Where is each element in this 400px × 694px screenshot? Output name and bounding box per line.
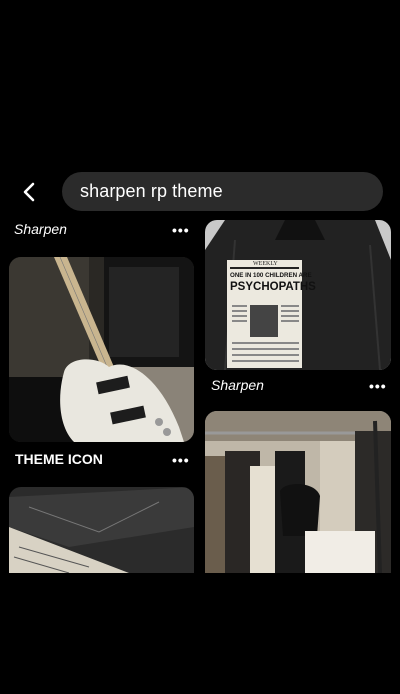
pin-title: Sharpen xyxy=(14,221,67,237)
search-input[interactable]: sharpen rp theme xyxy=(62,172,383,211)
chevron-left-icon xyxy=(23,182,35,202)
jacket-headline-big: PSYCHOPATHS xyxy=(230,281,316,293)
pin-image-guitar[interactable] xyxy=(9,257,194,442)
more-options-button[interactable]: ••• xyxy=(369,378,387,394)
clothes-rack-photo xyxy=(205,411,391,573)
more-options-button[interactable]: ••• xyxy=(172,452,190,468)
pin-image-jacket[interactable]: WEEKLY ONE IN 100 CHILDREN ARE PSYCHOPAT… xyxy=(205,220,391,370)
pin-title: Sharpen xyxy=(211,377,264,393)
guitar-photo xyxy=(9,257,194,442)
pin-image-marble[interactable] xyxy=(9,487,194,573)
search-query: sharpen rp theme xyxy=(80,181,223,201)
marble-photo xyxy=(9,487,194,573)
pin-image-clothes-rack[interactable] xyxy=(205,411,391,573)
search-bar: sharpen rp theme xyxy=(0,172,400,212)
pin-title: THEME ICON xyxy=(15,451,103,467)
jacket-headline: ONE IN 100 CHILDREN ARE xyxy=(230,272,312,279)
back-button[interactable] xyxy=(18,180,42,204)
jacket-masthead: WEEKLY xyxy=(253,261,278,267)
more-options-button[interactable]: ••• xyxy=(172,222,190,238)
jacket-photo: WEEKLY ONE IN 100 CHILDREN ARE PSYCHOPAT… xyxy=(205,220,391,370)
